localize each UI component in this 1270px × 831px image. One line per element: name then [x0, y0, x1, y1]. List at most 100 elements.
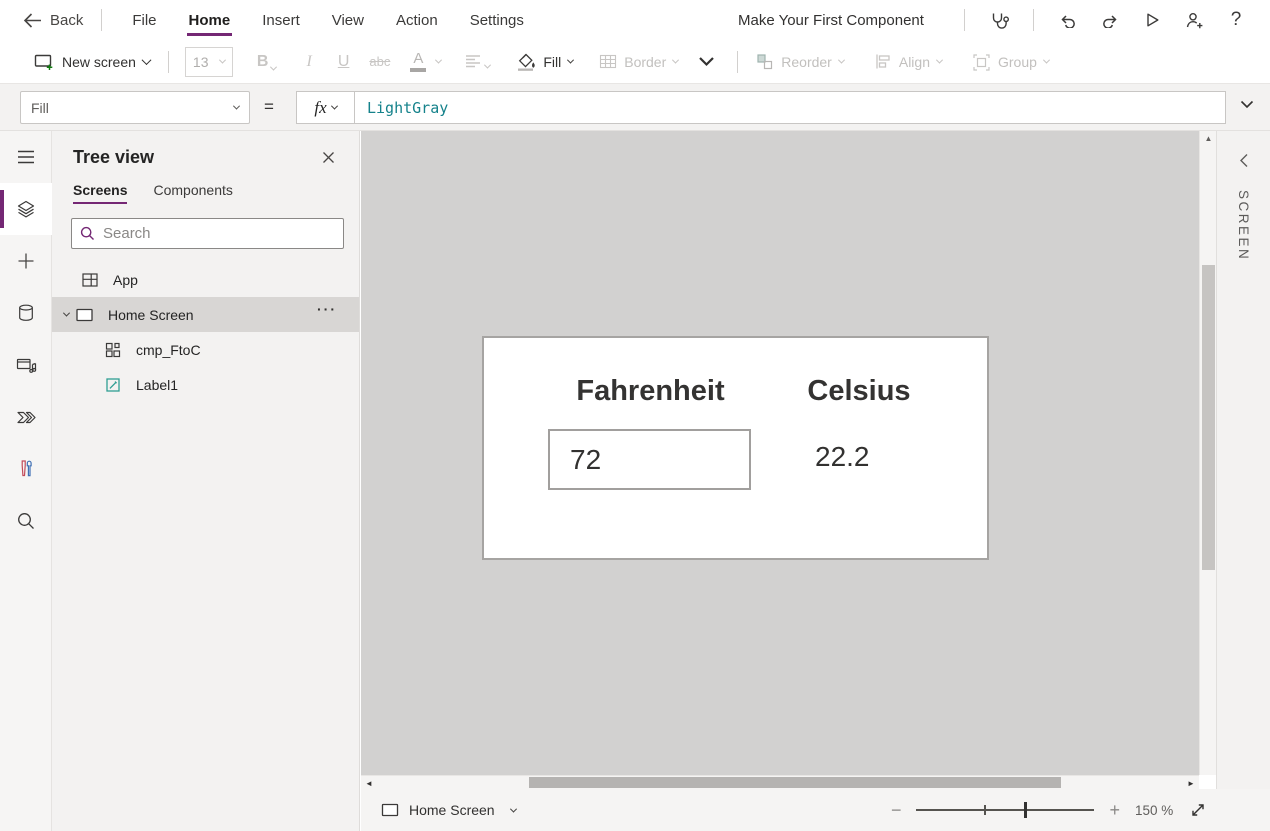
group-button[interactable]: Group	[964, 47, 1057, 77]
zoom-slider-handle[interactable]	[1024, 802, 1027, 818]
scroll-up-arrow[interactable]: ▲	[1200, 131, 1217, 145]
toolbar-divider	[168, 51, 169, 73]
property-selector[interactable]: Fill	[20, 91, 250, 124]
formula-bar-expand-button[interactable]	[1240, 100, 1254, 109]
underline-icon: U	[338, 53, 350, 71]
new-screen-label: New screen	[62, 54, 136, 70]
fahrenheit-label: Fahrenheit	[548, 375, 753, 408]
menu-item-file[interactable]: File	[120, 3, 168, 38]
expand-diagonal-icon	[1190, 802, 1206, 818]
formula-input[interactable]: LightGray	[354, 91, 1226, 124]
fill-label: Fill	[543, 54, 561, 70]
reorder-icon	[756, 53, 774, 70]
screen-icon	[381, 802, 399, 818]
group-icon	[972, 53, 991, 71]
align-button[interactable]: Align	[866, 47, 950, 76]
share-button[interactable]	[1176, 3, 1212, 37]
menu-item-view[interactable]: View	[320, 3, 376, 38]
chevron-down-icon[interactable]	[63, 310, 70, 317]
help-button[interactable]: ?	[1218, 3, 1254, 37]
border-button[interactable]: Border	[591, 48, 686, 76]
power-automate-rail-button[interactable]	[0, 391, 52, 443]
advanced-tools-rail-button[interactable]	[0, 443, 52, 495]
text-align-button[interactable]	[455, 48, 500, 75]
data-rail-button[interactable]	[0, 287, 52, 339]
tree-item-label: App	[113, 272, 138, 288]
vertical-scroll-thumb[interactable]	[1202, 265, 1215, 570]
fahrenheit-input[interactable]	[548, 429, 751, 490]
menu-item-action[interactable]: Action	[384, 3, 450, 38]
hamburger-icon	[17, 150, 35, 164]
design-canvas[interactable]: Fahrenheit Celsius 22.2	[361, 131, 1199, 775]
tab-components[interactable]: Components	[153, 182, 232, 204]
reorder-label: Reorder	[781, 54, 832, 70]
back-button[interactable]: Back	[22, 12, 83, 29]
chevron-down-icon	[141, 55, 151, 65]
expand-panel-button[interactable]	[1238, 153, 1249, 168]
cmp-ftoc-component[interactable]: Fahrenheit Celsius 22.2	[482, 336, 989, 560]
tree-item-app[interactable]: App	[52, 262, 359, 297]
tree-item-home-screen[interactable]: Home Screen ···	[52, 297, 359, 332]
font-size-select[interactable]: 13	[185, 47, 233, 77]
menu-item-home[interactable]: Home	[177, 3, 243, 38]
search-rail-button[interactable]	[0, 495, 52, 547]
tree-search-box[interactable]	[71, 218, 344, 249]
zoom-in-button[interactable]: +	[1109, 801, 1120, 819]
fit-to-window-button[interactable]	[1190, 802, 1206, 818]
underline-button[interactable]: U	[328, 47, 360, 77]
tree-search-input[interactable]	[103, 225, 335, 242]
fx-button[interactable]: fx	[296, 91, 354, 124]
scroll-left-arrow[interactable]: ◄	[362, 776, 376, 790]
database-icon	[16, 303, 36, 323]
tree-item-label1[interactable]: Label1	[52, 367, 359, 402]
chevron-down-icon	[838, 57, 845, 64]
scroll-right-arrow[interactable]: ►	[1184, 776, 1198, 790]
preview-play-button[interactable]	[1134, 3, 1170, 37]
zoom-slider[interactable]	[916, 802, 1094, 818]
horizontal-scroll-thumb[interactable]	[529, 777, 1061, 788]
undo-button[interactable]	[1050, 3, 1086, 37]
bold-button[interactable]: B	[247, 47, 287, 77]
left-navigation-rail	[0, 131, 52, 831]
app-title: Make Your First Component	[738, 12, 924, 29]
font-color-button[interactable]: A	[400, 47, 436, 76]
canvas-horizontal-scrollbar[interactable]: ◄ ►	[361, 775, 1199, 789]
flow-icon	[16, 408, 37, 427]
tree-item-label: Label1	[136, 377, 178, 393]
help-icon: ?	[1231, 9, 1242, 31]
strikethrough-button[interactable]: abc	[359, 48, 400, 75]
zoom-slider-track	[916, 809, 1094, 811]
align-objects-icon	[874, 53, 892, 70]
ribbon-expand-chevron[interactable]	[686, 52, 727, 71]
font-color-icon: A	[413, 51, 423, 66]
tree-item-label: Home Screen	[108, 307, 194, 323]
tab-screens[interactable]: Screens	[73, 182, 127, 204]
italic-button[interactable]: I	[296, 47, 321, 77]
canvas-vertical-scrollbar[interactable]: ▲	[1199, 131, 1216, 775]
menu-divider	[964, 9, 965, 31]
new-screen-button[interactable]: New screen	[26, 47, 158, 77]
redo-button[interactable]	[1092, 3, 1128, 37]
insert-rail-button[interactable]	[0, 235, 52, 287]
close-panel-button[interactable]	[318, 147, 339, 168]
menu-bar: Back File Home Insert View Action Settin…	[0, 0, 1270, 40]
tree-item-cmp-ftoc[interactable]: cmp_FtoC	[52, 332, 359, 367]
hamburger-menu-button[interactable]	[0, 131, 52, 183]
chevron-down-icon	[1240, 100, 1254, 109]
menu-item-insert[interactable]: Insert	[250, 3, 312, 38]
search-icon	[16, 511, 36, 531]
app-icon	[81, 271, 99, 289]
zoom-out-button[interactable]: −	[891, 801, 902, 819]
reorder-button[interactable]: Reorder	[748, 47, 852, 76]
menu-item-settings[interactable]: Settings	[458, 3, 536, 38]
current-screen-selector[interactable]: Home Screen	[381, 802, 516, 818]
fill-button[interactable]: Fill	[508, 46, 581, 77]
app-checker-button[interactable]	[981, 3, 1017, 37]
menu-divider	[1033, 9, 1034, 31]
media-rail-button[interactable]	[0, 339, 52, 391]
item-options-button[interactable]: ···	[317, 301, 337, 317]
property-selected-value: Fill	[31, 100, 49, 116]
layers-icon	[16, 199, 36, 219]
tree-list: App Home Screen ··· cmp_FtoC L	[52, 262, 359, 402]
tree-view-rail-button[interactable]	[0, 183, 52, 235]
